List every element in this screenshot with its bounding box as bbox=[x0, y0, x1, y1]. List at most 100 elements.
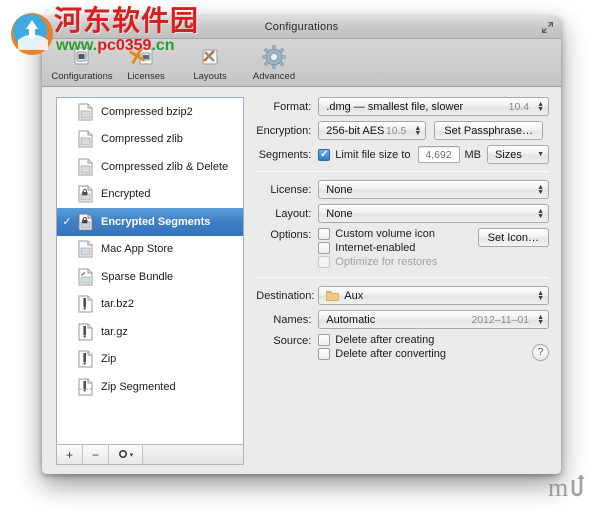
chevron-down-icon: ▼ bbox=[537, 151, 544, 158]
row-checkmark: ✓ bbox=[62, 216, 72, 229]
destination-select[interactable]: Aux ▲ ▼ bbox=[318, 286, 549, 305]
window-toolbar: Configurations Licenses Layouts Advanced bbox=[42, 39, 561, 87]
internet-enabled-label: Internet-enabled bbox=[335, 242, 416, 254]
layout-row: Layout: None ▲ ▼ bbox=[256, 204, 549, 223]
source-label: Source: bbox=[273, 335, 312, 347]
delete-after-converting-checkbox[interactable]: Delete after converting bbox=[318, 348, 532, 360]
format-value: .dmg — smallest file, slower bbox=[326, 100, 464, 113]
toolbar-label: Licenses bbox=[127, 71, 165, 82]
chevron-updown-icon: ▲ ▼ bbox=[414, 124, 422, 137]
list-item-label: Compressed bzip2 bbox=[101, 105, 193, 118]
sizes-value: Sizes bbox=[495, 148, 522, 161]
names-select[interactable]: Automatic 2012–11–01 ▲ ▼ bbox=[318, 310, 549, 329]
segments-row: Segments: Limit file size to 4,692 MB Si… bbox=[256, 145, 549, 164]
divider-2 bbox=[256, 277, 549, 278]
toolbar-item-layouts[interactable]: Layouts bbox=[178, 41, 242, 85]
document-stack-icon bbox=[70, 44, 94, 70]
list-item-label: Compressed zlib bbox=[101, 133, 183, 146]
destination-value: Aux bbox=[344, 289, 364, 302]
list-footer-toolbar: + − ▾ bbox=[56, 444, 245, 465]
toolbar-item-advanced[interactable]: Advanced bbox=[242, 41, 306, 85]
names-label: Names: bbox=[273, 313, 312, 326]
list-item[interactable]: Compressed zlib & Delete bbox=[57, 153, 243, 181]
chevron-updown-icon: ▲ ▼ bbox=[537, 183, 544, 196]
remove-configuration-label: − bbox=[91, 447, 99, 462]
set-icon-button[interactable]: Set Icon… bbox=[477, 228, 549, 247]
names-row: Names: Automatic 2012–11–01 ▲ ▼ bbox=[256, 310, 549, 329]
list-action-menu-button[interactable]: ▾ bbox=[109, 445, 143, 464]
document-icon bbox=[74, 103, 96, 121]
set-passphrase-label: Set Passphrase… bbox=[444, 124, 533, 137]
gear-icon bbox=[118, 448, 128, 462]
document-lock-icon bbox=[74, 185, 96, 203]
limit-file-size-label: Limit file size to bbox=[335, 148, 411, 161]
window-body: Compressed bzip2 Compressed zlib Compres… bbox=[42, 87, 561, 473]
toolbar-item-licenses[interactable]: Licenses bbox=[114, 41, 178, 85]
internet-enabled-checkbox[interactable]: Internet-enabled bbox=[318, 242, 471, 254]
list-item[interactable]: Mac App Store bbox=[57, 236, 243, 264]
help-button[interactable]: ? bbox=[532, 344, 549, 361]
encryption-version: 10.5 bbox=[385, 124, 407, 137]
names-value: Automatic bbox=[326, 313, 376, 326]
destination-label: Destination: bbox=[256, 289, 315, 302]
toolbar-item-configurations[interactable]: Configurations bbox=[50, 41, 114, 85]
list-item[interactable]: Encrypted bbox=[57, 181, 243, 209]
checkbox-box bbox=[318, 242, 331, 254]
optimize-for-restores-checkbox: Optimize for restores bbox=[318, 256, 471, 268]
list-item-label: Mac App Store bbox=[101, 243, 174, 256]
encryption-row: Encryption: 256-bit AES 10.5 ▲ ▼ Set Pass… bbox=[256, 121, 549, 140]
list-item[interactable]: Zip Segmented bbox=[57, 373, 243, 401]
chevron-updown-icon: ▲ ▼ bbox=[537, 207, 544, 220]
layout-value: None bbox=[326, 207, 353, 220]
set-passphrase-button[interactable]: Set Passphrase… bbox=[434, 121, 543, 140]
document-archive-icon bbox=[74, 323, 96, 341]
limit-file-size-checkbox[interactable]: Limit file size to bbox=[318, 148, 411, 161]
list-item-label: Encrypted bbox=[101, 188, 151, 201]
format-row: Format: .dmg — smallest file, slower 10.… bbox=[256, 97, 549, 116]
list-item[interactable]: Zip bbox=[57, 346, 243, 374]
expand-arrows-icon[interactable] bbox=[541, 21, 554, 34]
gear-icon bbox=[261, 44, 287, 70]
license-select[interactable]: None ▲ ▼ bbox=[318, 180, 549, 199]
remove-configuration-button[interactable]: − bbox=[83, 445, 109, 464]
list-item[interactable]: Sparse Bundle bbox=[57, 263, 243, 291]
encryption-select[interactable]: 256-bit AES 10.5 ▲ ▼ bbox=[318, 121, 427, 140]
list-item-selected[interactable]: ✓ Encrypted Segments bbox=[57, 208, 244, 236]
tools-layout-icon bbox=[198, 44, 222, 70]
document-archive-icon bbox=[74, 350, 96, 368]
help-button-label: ? bbox=[537, 347, 544, 358]
list-item-label: Compressed zlib & Delete bbox=[101, 160, 229, 173]
list-item[interactable]: Compressed bzip2 bbox=[57, 98, 243, 126]
license-label: License: bbox=[270, 183, 312, 196]
list-item-label: Encrypted Segments bbox=[101, 215, 211, 228]
delete-after-creating-checkbox[interactable]: Delete after creating bbox=[318, 334, 532, 346]
list-item[interactable]: tar.bz2 bbox=[57, 291, 243, 319]
checkbox-box bbox=[318, 334, 331, 346]
folder-icon bbox=[326, 290, 340, 301]
window-titlebar: Configurations bbox=[42, 16, 561, 39]
source-row: Source: Delete after creating Delete aft… bbox=[256, 334, 549, 362]
add-configuration-label: + bbox=[65, 447, 73, 462]
brand-watermark: m bbox=[548, 470, 588, 509]
checkbox-box bbox=[318, 148, 331, 161]
list-item-label: Zip bbox=[101, 353, 117, 366]
format-select[interactable]: .dmg — smallest file, slower 10.4 ▲ ▼ bbox=[318, 97, 549, 116]
chevron-updown-icon: ▲ ▼ bbox=[537, 100, 544, 113]
screenshot-root: Configurations Configurations Licenses L… bbox=[0, 0, 600, 519]
add-configuration-button[interactable]: + bbox=[57, 445, 83, 464]
chevron-updown-icon: ▲ ▼ bbox=[537, 313, 544, 326]
sizes-select[interactable]: Sizes ▼ bbox=[487, 145, 549, 164]
custom-volume-icon-checkbox[interactable]: Custom volume icon bbox=[318, 228, 471, 240]
toolbar-label: Advanced bbox=[252, 71, 296, 82]
layout-select[interactable]: None ▲ ▼ bbox=[318, 204, 549, 223]
segment-size-input[interactable]: 4,692 bbox=[417, 146, 460, 163]
list-item-label: Sparse Bundle bbox=[101, 270, 174, 283]
destination-row: Destination: Aux ▲ ▼ bbox=[256, 286, 549, 305]
format-version: 10.4 bbox=[508, 100, 530, 113]
encryption-value: 256-bit AES bbox=[326, 124, 385, 137]
document-icon bbox=[74, 240, 96, 258]
configurations-window: Configurations Configurations Licenses L… bbox=[42, 16, 561, 474]
list-item[interactable]: Compressed zlib bbox=[57, 126, 243, 154]
configurations-list[interactable]: Compressed bzip2 Compressed zlib Compres… bbox=[56, 97, 245, 444]
list-item[interactable]: tar.gz bbox=[57, 318, 243, 346]
